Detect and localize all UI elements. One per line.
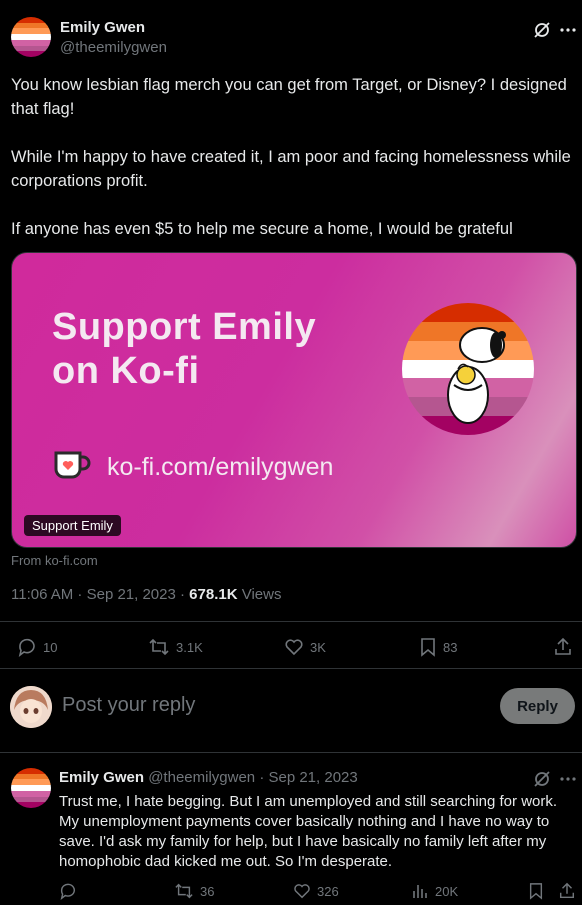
card-badge: Support Emily	[24, 515, 121, 536]
bookmark-icon	[421, 638, 435, 657]
reply-share-button[interactable]	[558, 882, 576, 900]
reply-views-count: 20K	[435, 883, 459, 899]
author-avatar[interactable]	[11, 17, 51, 57]
tweet-text: You know lesbian flag merch you can get …	[11, 73, 571, 265]
more-icon[interactable]	[558, 769, 578, 789]
more-icon[interactable]	[558, 20, 578, 40]
reply-date[interactable]: · Sep 21, 2023	[255, 769, 357, 786]
kofi-cup-icon	[52, 449, 92, 481]
tweet-paragraph: If anyone has even $5 to help me secure …	[11, 220, 513, 238]
like-count: 3K	[310, 639, 326, 655]
card-source[interactable]: From ko-fi.com	[11, 553, 98, 568]
bookmark-count: 83	[443, 639, 458, 655]
bookmark-button[interactable]: 83	[419, 637, 457, 657]
divider	[0, 621, 582, 622]
reply-reply-button[interactable]	[59, 882, 83, 900]
reply-like-button[interactable]: 326	[293, 882, 339, 900]
reply-button[interactable]: 10	[17, 637, 57, 657]
reply-repost-button[interactable]: 36	[174, 882, 214, 900]
heart-icon	[294, 884, 310, 899]
share-icon	[559, 882, 575, 899]
reply-header: Emily Gwen @theemilygwen · Sep 21, 2023	[59, 769, 358, 786]
snoopy-illustration	[447, 327, 506, 424]
card-url: ko-fi.com/emilygwen	[107, 453, 334, 481]
tweet-meta: 11:06 AM · Sep 21, 2023 · 678.1K Views	[11, 586, 281, 603]
reply-text: Trust me, I hate begging. But I am unemp…	[59, 793, 558, 870]
link-card[interactable]: Support Emily on Ko-fi ko-fi.com/emilygw…	[11, 252, 577, 548]
author-name[interactable]: Emily Gwen	[60, 19, 145, 36]
reply-bookmark-button[interactable]	[528, 882, 544, 900]
repost-count: 3.1K	[176, 639, 203, 655]
analytics-icon	[413, 885, 427, 898]
tweet-paragraph: While I'm happy to have created it, I am…	[11, 148, 571, 190]
views-count: 678.1K	[189, 586, 238, 603]
divider	[0, 752, 582, 753]
heart-icon	[285, 639, 303, 656]
card-title-line: on Ko-fi	[52, 350, 200, 392]
reply-submit-button[interactable]: Reply	[500, 688, 575, 724]
repost-button[interactable]: 3.1K	[148, 637, 203, 657]
reply-views-button[interactable]: 20K	[411, 882, 458, 900]
bookmark-icon	[529, 883, 543, 900]
reply-author-avatar[interactable]	[11, 768, 51, 808]
author-handle[interactable]: @theemilygwen	[60, 39, 167, 56]
reply-input[interactable]: Post your reply	[62, 694, 195, 717]
reply-icon	[18, 638, 35, 657]
tweet-timestamp[interactable]: 11:06 AM · Sep 21, 2023 ·	[11, 586, 189, 603]
reply-author-handle[interactable]: @theemilygwen	[148, 769, 255, 786]
grok-icon[interactable]	[532, 769, 552, 789]
divider	[0, 668, 582, 669]
reply-author-name[interactable]: Emily Gwen	[59, 769, 144, 786]
card-title: Support Emily on Ko-fi	[52, 305, 316, 393]
share-button[interactable]	[553, 637, 573, 657]
repost-icon	[149, 638, 169, 656]
reply-repost-count: 36	[200, 883, 215, 899]
reply-icon	[60, 883, 75, 900]
repost-icon	[175, 883, 193, 899]
views-label: Views	[237, 586, 282, 603]
like-button[interactable]: 3K	[284, 637, 326, 657]
reply-like-count: 326	[317, 883, 339, 899]
share-icon	[555, 637, 571, 655]
tweet-paragraph: You know lesbian flag merch you can get …	[11, 76, 567, 118]
card-title-line: Support Emily	[52, 306, 317, 348]
user-avatar[interactable]	[10, 686, 52, 728]
grok-icon[interactable]	[532, 20, 552, 40]
reply-count: 10	[43, 639, 58, 655]
